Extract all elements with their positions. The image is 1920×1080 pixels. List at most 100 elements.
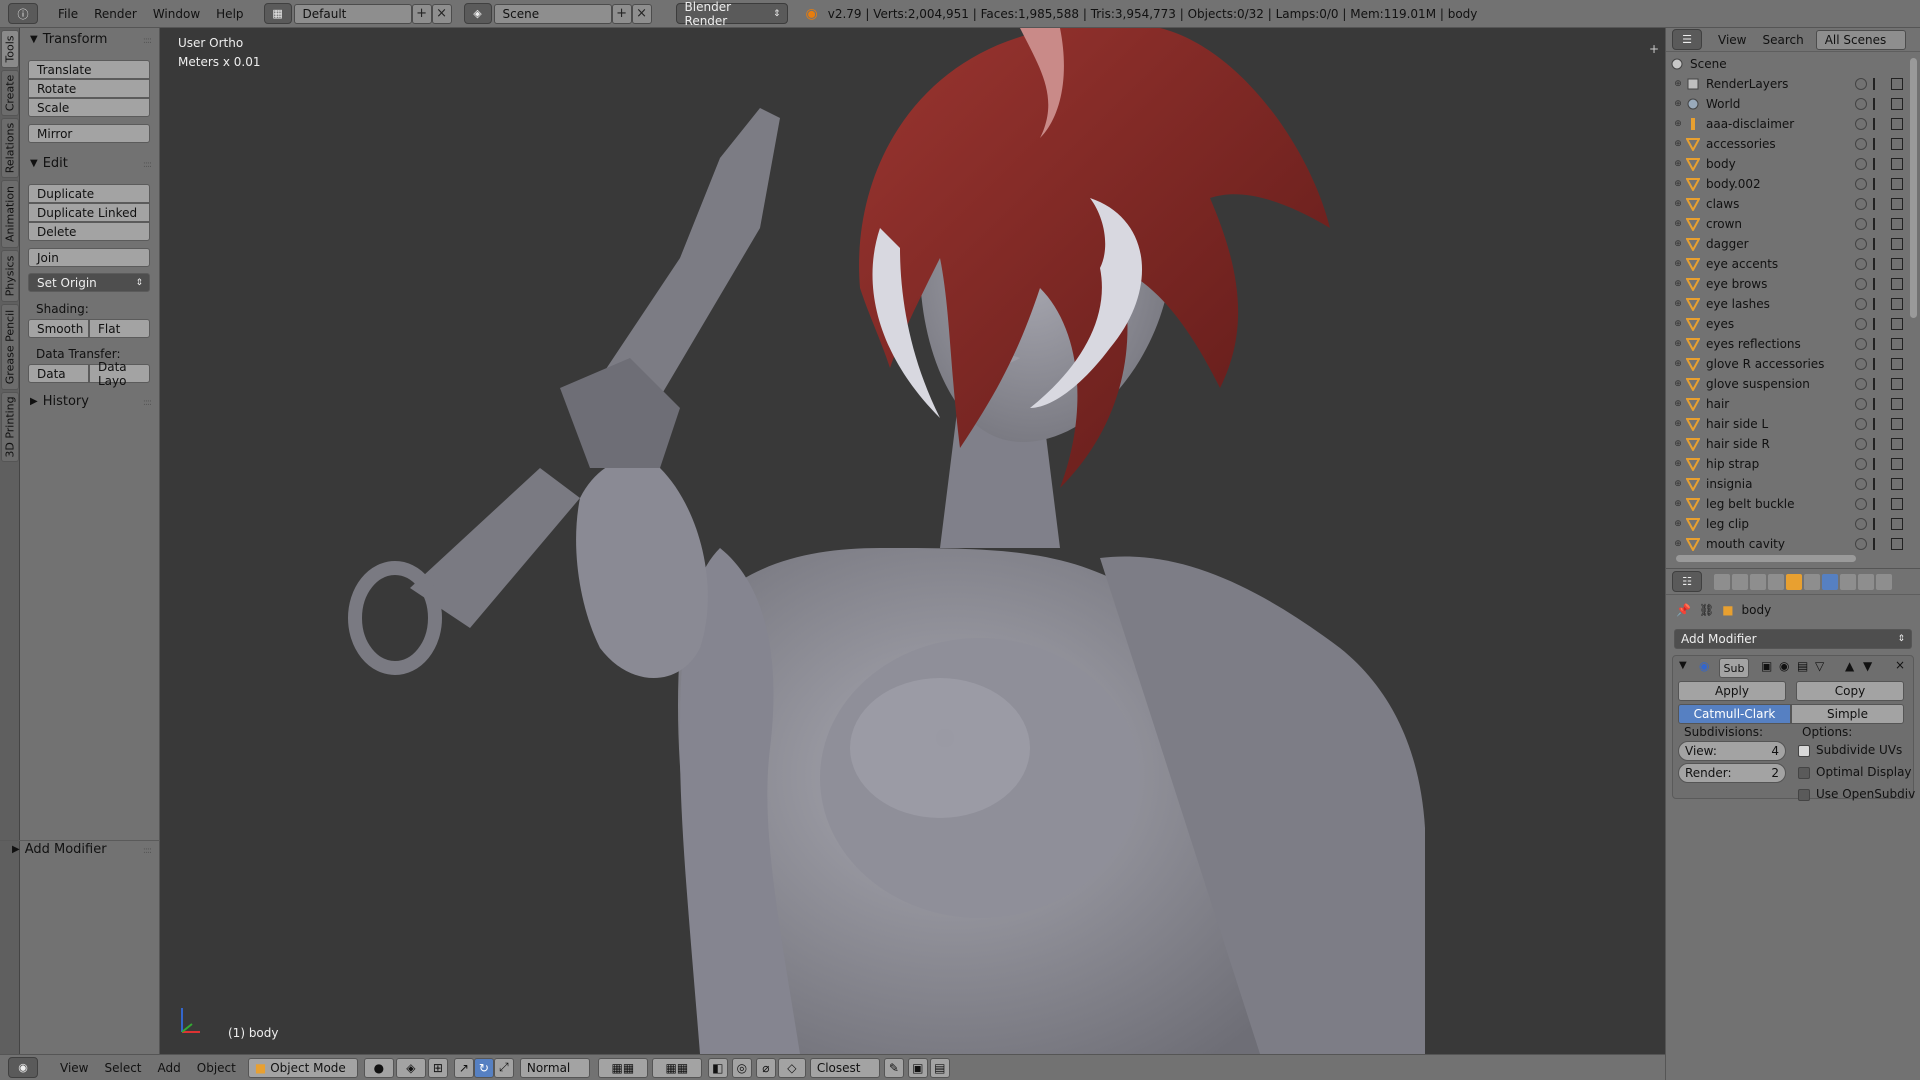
- cursor-icon[interactable]: [1873, 358, 1885, 370]
- outliner-row[interactable]: ⊕ claws: [1666, 194, 1909, 214]
- expand-icon[interactable]: ⊕: [1670, 459, 1686, 469]
- eye-icon[interactable]: [1855, 178, 1867, 190]
- editor-type-button[interactable]: ◉: [8, 1057, 38, 1078]
- expand-icon[interactable]: ⊕: [1670, 419, 1686, 429]
- screen-layout-icon[interactable]: ▦: [263, 3, 292, 24]
- camera-icon[interactable]: [1891, 98, 1903, 110]
- eye-icon[interactable]: [1855, 358, 1867, 370]
- camera-icon[interactable]: [1891, 238, 1903, 250]
- eye-icon[interactable]: [1855, 238, 1867, 250]
- eye-icon[interactable]: [1855, 198, 1867, 210]
- expand-icon[interactable]: ⊕: [1670, 499, 1686, 509]
- cursor-icon[interactable]: [1873, 138, 1885, 150]
- menu-add[interactable]: Add: [150, 1061, 189, 1075]
- add-modifier-select[interactable]: Add Modifier ⇕: [1674, 629, 1912, 649]
- render-anim-icon[interactable]: ▤: [929, 1057, 950, 1078]
- outliner-hscrollbar[interactable]: [1676, 555, 1856, 562]
- camera-icon[interactable]: [1891, 518, 1903, 530]
- expand-icon[interactable]: ⊕: [1670, 519, 1686, 529]
- translate-button[interactable]: Translate: [28, 60, 150, 79]
- eye-icon[interactable]: [1855, 118, 1867, 130]
- cursor-icon[interactable]: [1873, 278, 1885, 290]
- data-tab-icon[interactable]: [1840, 573, 1856, 590]
- layers-block-1[interactable]: ▦▦: [597, 1057, 648, 1078]
- scene-icon[interactable]: ◈: [463, 3, 492, 24]
- move-down-icon[interactable]: ▼: [1863, 659, 1872, 673]
- snap-toggle-icon[interactable]: ⌀: [755, 1057, 776, 1078]
- layers-tab-icon[interactable]: [1732, 573, 1748, 590]
- expand-icon[interactable]: ⊕: [1670, 119, 1686, 129]
- camera-icon[interactable]: [1891, 358, 1903, 370]
- drag-handle-icon[interactable]: ::::: [143, 398, 152, 408]
- copy-button[interactable]: Copy: [1796, 681, 1904, 701]
- rotate-manipulator-icon[interactable]: ↻: [473, 1057, 494, 1078]
- cursor-icon[interactable]: [1873, 438, 1885, 450]
- eye-icon[interactable]: [1855, 338, 1867, 350]
- eye-icon[interactable]: [1855, 498, 1867, 510]
- eye-icon[interactable]: [1855, 318, 1867, 330]
- render-tab-icon[interactable]: [1714, 573, 1730, 590]
- cursor-icon[interactable]: [1873, 98, 1885, 110]
- camera-icon[interactable]: [1891, 318, 1903, 330]
- outliner-row[interactable]: ⊕ World: [1666, 94, 1909, 114]
- remove-scene-icon[interactable]: ×: [631, 3, 652, 24]
- tab-animation[interactable]: Animation: [1, 180, 19, 248]
- cursor-icon[interactable]: [1873, 418, 1885, 430]
- pivot-select[interactable]: ◈: [395, 1057, 426, 1078]
- display-mode-select[interactable]: All Scenes: [1815, 29, 1906, 50]
- simple-button[interactable]: Simple: [1791, 704, 1904, 724]
- camera-icon[interactable]: [1891, 198, 1903, 210]
- camera-icon[interactable]: [1891, 218, 1903, 230]
- mirror-button[interactable]: Mirror: [28, 124, 150, 143]
- drag-handle-icon[interactable]: ::::: [143, 846, 152, 856]
- menu-view[interactable]: View: [52, 1061, 96, 1075]
- texture-tab-icon[interactable]: [1876, 573, 1892, 590]
- duplicate-button[interactable]: Duplicate: [28, 184, 150, 203]
- render-engine-select[interactable]: Blender Render ⇕: [675, 0, 788, 28]
- camera-icon[interactable]: [1891, 478, 1903, 490]
- proportional-edit-icon[interactable]: ◎: [731, 1057, 752, 1078]
- eye-icon[interactable]: [1855, 478, 1867, 490]
- scene-field[interactable]: Scene: [493, 3, 612, 24]
- eye-icon[interactable]: [1855, 258, 1867, 270]
- mode-select[interactable]: ■ Object Mode: [247, 1057, 358, 1078]
- expand-icon[interactable]: ⊕: [1670, 259, 1686, 269]
- eye-icon[interactable]: [1855, 538, 1867, 550]
- outliner-scrollbar[interactable]: [1910, 58, 1917, 318]
- camera-icon[interactable]: [1891, 338, 1903, 350]
- 3d-viewport[interactable]: User Ortho Meters x 0.01 (1) body +: [160, 28, 1665, 1054]
- menu-help[interactable]: Help: [208, 7, 251, 21]
- cursor-icon[interactable]: [1873, 238, 1885, 250]
- editmode-toggle-icon[interactable]: ▤: [1797, 659, 1808, 673]
- view-levels-field[interactable]: View: 4: [1678, 741, 1786, 761]
- expand-icon[interactable]: ⊕: [1670, 439, 1686, 449]
- camera-icon[interactable]: [1891, 138, 1903, 150]
- scene-tab-icon[interactable]: [1750, 573, 1766, 590]
- eye-icon[interactable]: [1855, 138, 1867, 150]
- expand-icon[interactable]: ⊕: [1670, 199, 1686, 209]
- modifier-name-field[interactable]: Sub: [1719, 658, 1749, 678]
- outliner-row[interactable]: ⊕ eyes: [1666, 314, 1909, 334]
- subdivide-uvs-checkbox[interactable]: [1798, 745, 1810, 757]
- render-levels-field[interactable]: Render: 2: [1678, 763, 1786, 783]
- camera-icon[interactable]: [1891, 298, 1903, 310]
- lock-camera-icon[interactable]: ◧: [707, 1057, 728, 1078]
- data-layout-button[interactable]: Data Layo: [89, 360, 150, 388]
- expand-icon[interactable]: ⊕: [1670, 239, 1686, 249]
- camera-icon[interactable]: [1891, 278, 1903, 290]
- expand-icon[interactable]: ⊕: [1670, 319, 1686, 329]
- join-button[interactable]: Join: [28, 248, 150, 267]
- layers-block-2[interactable]: ▦▦: [651, 1057, 702, 1078]
- outliner-row[interactable]: ⊕ hair side R: [1666, 434, 1909, 454]
- outliner-row[interactable]: ⊕ insignia: [1666, 474, 1909, 494]
- outliner-row[interactable]: ⊕ leg clip: [1666, 514, 1909, 534]
- editor-type-button[interactable]: ☷: [1672, 571, 1702, 592]
- expand-region-icon[interactable]: +: [1649, 42, 1659, 56]
- eye-icon[interactable]: [1855, 158, 1867, 170]
- remove-layout-icon[interactable]: ×: [431, 3, 452, 24]
- outliner-row[interactable]: ⊕ glove R accessories: [1666, 354, 1909, 374]
- scale-manipulator-icon[interactable]: ⤢: [493, 1057, 514, 1078]
- data-transfer-button[interactable]: Data: [28, 364, 89, 383]
- cursor-icon[interactable]: [1873, 518, 1885, 530]
- camera-icon[interactable]: [1891, 538, 1903, 550]
